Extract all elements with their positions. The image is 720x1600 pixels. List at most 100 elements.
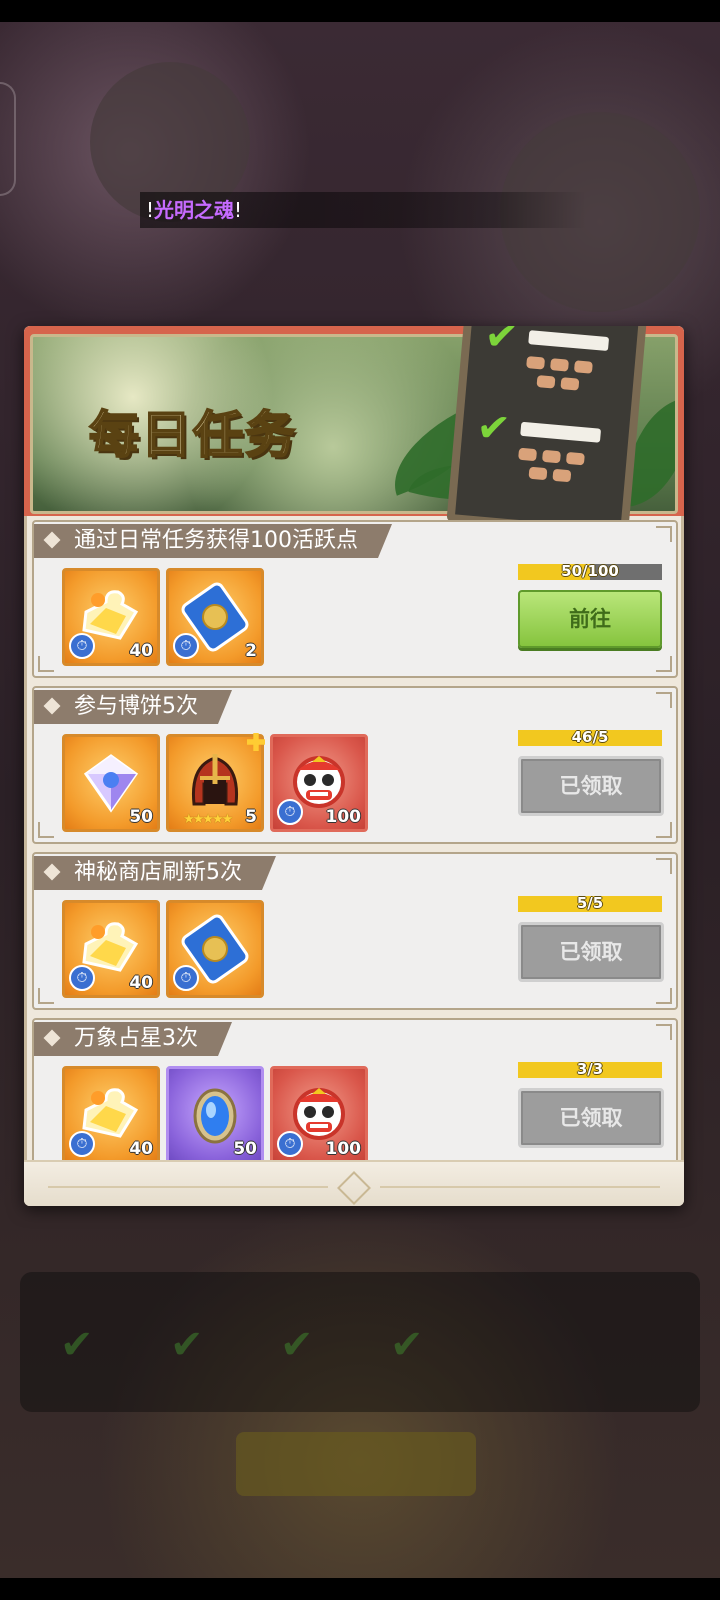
reward-item[interactable]: 50 <box>166 1066 264 1164</box>
checklist-board-icon: ✔ ✔ <box>446 326 648 538</box>
reward-item[interactable]: ⏱ 2 <box>166 568 264 666</box>
corner-ornament <box>38 656 54 672</box>
board-line <box>520 421 602 443</box>
corner-ornament <box>656 656 672 672</box>
reward-quantity: 100 <box>325 807 362 827</box>
reward-item[interactable]: ⏱ 40 <box>62 900 160 998</box>
progress-text: 46/5 <box>571 728 609 746</box>
navigation-bar <box>0 1578 720 1600</box>
footer-ornament-icon <box>337 1171 371 1205</box>
background-check-icon: ✔ <box>280 1322 314 1368</box>
background-side-button <box>0 82 16 196</box>
board-dot <box>526 356 546 370</box>
corner-ornament <box>656 988 672 1004</box>
reward-item[interactable]: ★★★★★ 5 <box>166 733 265 832</box>
progress-bar: 46/5 <box>518 728 662 746</box>
task-title: 参与博饼5次 <box>74 694 198 719</box>
reward-quantity: 50 <box>233 1139 257 1159</box>
background-button <box>236 1432 476 1496</box>
daily-tasks-panel: 每日任务 ✔ ✔ 通过日常任务获得100活跃点 ⏱ 40 ⏱ 2 50/100 … <box>24 326 684 1206</box>
task-title-tag: 神秘商店刷新5次 <box>34 856 276 890</box>
progress-bar: 3/3 <box>518 1060 662 1078</box>
diamond-bullet-icon <box>44 532 61 549</box>
board-line <box>528 330 610 352</box>
claimed-button[interactable]: 已领取 <box>518 1088 664 1148</box>
panel-footer <box>24 1160 684 1206</box>
timer-icon: ⏱ <box>69 1131 95 1157</box>
background-check-icon: ✔ <box>390 1322 424 1368</box>
claimed-button[interactable]: 已领取 <box>518 922 664 982</box>
timer-icon: ⏱ <box>277 1131 303 1157</box>
corner-ornament <box>656 858 672 874</box>
diamond-bullet-icon <box>44 1030 61 1047</box>
reward-item[interactable]: ⏱ 40 <box>62 568 160 666</box>
corner-ornament <box>656 692 672 708</box>
claimed-button[interactable]: 已领取 <box>518 756 664 816</box>
corner-ornament <box>656 526 672 542</box>
task-card: 神秘商店刷新5次 ⏱ 40 ⏱ 5/5 已领取 <box>32 852 678 1010</box>
timer-icon: ⏱ <box>69 633 95 659</box>
reward-quantity: 40 <box>129 641 153 661</box>
progress-text: 3/3 <box>576 1060 604 1078</box>
corner-ornament <box>38 822 54 838</box>
footer-divider <box>48 1186 328 1188</box>
check-icon: ✔ <box>474 404 513 453</box>
reward-quantity: 2 <box>245 641 257 661</box>
board-dot <box>565 451 585 466</box>
task-title: 通过日常任务获得100活跃点 <box>74 528 358 553</box>
reward-item[interactable]: ⏱ <box>166 900 264 998</box>
progress-bar: 50/100 <box>518 562 662 580</box>
board-dot <box>536 375 556 389</box>
background-slot-strip <box>20 1272 700 1412</box>
go-button[interactable]: 前往 <box>518 590 662 648</box>
reward-item[interactable]: 50 <box>62 734 160 832</box>
reward-item[interactable]: ⏱ 100 <box>270 1066 368 1164</box>
progress-text: 5/5 <box>576 894 604 912</box>
task-title: 神秘商店刷新5次 <box>74 860 242 885</box>
diamond-bullet-icon <box>44 864 61 881</box>
board-dot <box>528 466 548 481</box>
board-dot <box>518 447 538 462</box>
page-title: 每日任务 <box>88 405 297 465</box>
task-title-tag: 万象占星3次 <box>34 1022 232 1056</box>
timer-icon: ⏱ <box>173 633 199 659</box>
helmet-icon <box>191 754 239 806</box>
diamond-bullet-icon <box>44 698 61 715</box>
star-rating: ★★★★★ <box>183 812 233 827</box>
task-title: 万象占星3次 <box>74 1026 198 1051</box>
reward-item[interactable]: ⏱ 40 <box>62 1066 160 1164</box>
board-dot <box>552 468 572 483</box>
task-card: 万象占星3次 ⏱ 40 50 ⏱ 100 3/3 已领取 <box>32 1018 678 1176</box>
board-dot <box>550 358 569 372</box>
ticker-suffix: ! <box>234 198 243 222</box>
background-check-icon: ✔ <box>170 1322 204 1368</box>
reward-item[interactable]: ⏱ 100 <box>270 734 368 832</box>
corner-ornament <box>38 988 54 1004</box>
status-bar <box>0 0 720 22</box>
board-dot <box>560 377 580 391</box>
timer-icon: ⏱ <box>277 799 303 825</box>
check-icon: ✔ <box>482 326 521 362</box>
reward-quantity: 40 <box>129 1139 153 1159</box>
corner-ornament <box>656 822 672 838</box>
background-check-icon: ✔ <box>60 1322 94 1368</box>
task-card: 通过日常任务获得100活跃点 ⏱ 40 ⏱ 2 50/100 前往 <box>32 520 678 678</box>
board-dot <box>573 360 593 374</box>
panel-banner: 每日任务 ✔ ✔ <box>24 326 684 538</box>
progress-bar: 5/5 <box>518 894 662 912</box>
timer-icon: ⏱ <box>173 965 199 991</box>
corner-ornament <box>656 1024 672 1040</box>
task-title-tag: 通过日常任务获得100活跃点 <box>34 524 392 558</box>
ticker-prefix: ! <box>146 198 155 222</box>
board-dot <box>541 449 561 464</box>
ticker-highlight: 光明之魂 <box>154 198 235 222</box>
announcement-ticker: !光明之魂! <box>140 192 586 228</box>
task-title-tag: 参与博饼5次 <box>34 690 232 724</box>
progress-text: 50/100 <box>561 562 619 580</box>
reward-quantity: 40 <box>129 973 153 993</box>
reward-quantity: 5 <box>245 807 257 827</box>
task-card: 参与博饼5次 50 ★★★★★ 5 ⏱ 100 46/5 已领取 <box>32 686 678 844</box>
reward-quantity: 100 <box>325 1139 362 1159</box>
footer-divider <box>380 1186 660 1188</box>
timer-icon: ⏱ <box>69 965 95 991</box>
